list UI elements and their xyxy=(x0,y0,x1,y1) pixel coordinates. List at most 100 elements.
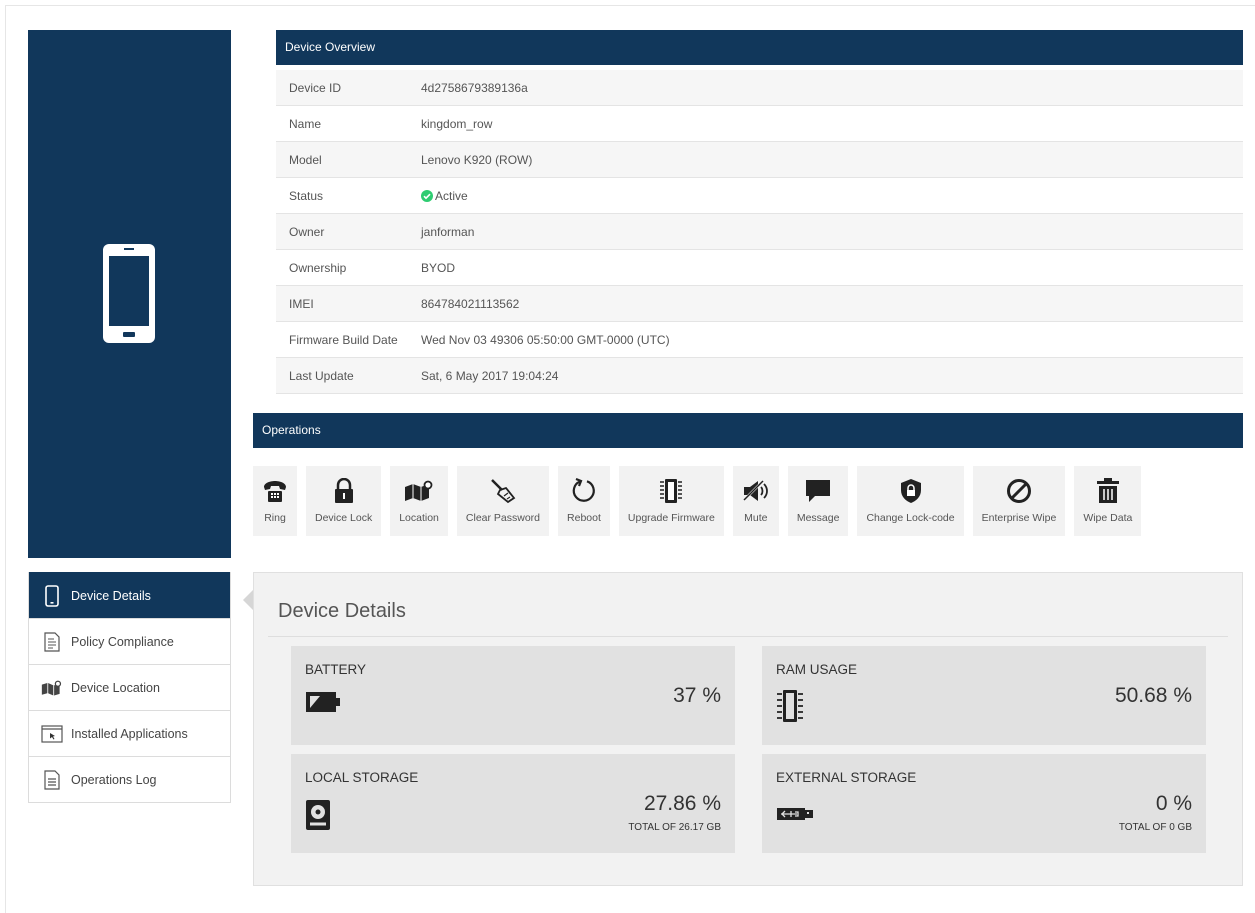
table-row: Status Active xyxy=(276,178,1243,214)
usb-icon xyxy=(776,806,814,827)
phone-icon xyxy=(262,476,288,506)
chip-icon xyxy=(659,476,683,506)
mobile-device-icon xyxy=(103,244,155,343)
table-row: IMEI 864784021113562 xyxy=(276,286,1243,322)
enterprise-wipe-button[interactable]: Enterprise Wipe xyxy=(972,466,1066,536)
operation-label: Mute xyxy=(744,512,768,524)
row-value: janforman xyxy=(421,224,475,239)
reboot-button[interactable]: Reboot xyxy=(558,466,610,536)
card-value: 37 % xyxy=(673,684,721,707)
map-icon xyxy=(404,476,434,506)
table-row: Device ID 4d2758679389136a xyxy=(276,70,1243,106)
ram-usage-card: RAM USAGE 50.68 % xyxy=(762,646,1206,745)
table-row: Ownership BYOD xyxy=(276,250,1243,286)
shield-lock-icon xyxy=(900,476,922,506)
nav-item-policy-compliance[interactable]: Policy Compliance xyxy=(29,618,230,664)
card-title: BATTERY xyxy=(305,662,367,677)
operation-label: Wipe Data xyxy=(1083,512,1133,524)
row-key: Ownership xyxy=(289,260,347,275)
row-key: Owner xyxy=(289,224,325,239)
trash-icon xyxy=(1096,476,1120,506)
operation-label: Reboot xyxy=(567,512,601,524)
card-title: EXTERNAL STORAGE xyxy=(776,770,917,785)
operation-label: Location xyxy=(399,512,439,524)
device-image-panel xyxy=(28,30,231,558)
row-key: Last Update xyxy=(289,368,354,383)
row-value: 4d2758679389136a xyxy=(421,80,528,95)
clear-password-button[interactable]: Clear Password xyxy=(456,466,550,536)
row-value: 864784021113562 xyxy=(421,296,520,311)
row-key: Status xyxy=(289,188,324,203)
operations-toolbar: Ring Device Lock Location Clear Password… xyxy=(253,466,1142,536)
device-lock-button[interactable]: Device Lock xyxy=(306,466,382,536)
operation-label: Change Lock-code xyxy=(866,512,955,524)
device-details-panel: Device Details BATTERY 37 % RAM USAGE 50… xyxy=(253,572,1243,886)
nav-item-operations-log[interactable]: Operations Log xyxy=(29,756,230,802)
row-key: Name xyxy=(289,116,322,131)
active-nav-pointer xyxy=(243,590,253,610)
change-lock-code-button[interactable]: Change Lock-code xyxy=(857,466,964,536)
wipe-data-button[interactable]: Wipe Data xyxy=(1074,466,1142,536)
operation-label: Clear Password xyxy=(465,512,541,524)
row-value: Lenovo K920 (ROW) xyxy=(421,152,533,167)
row-value: Wed Nov 03 49306 05:50:00 GMT-0000 (UTC) xyxy=(421,332,670,347)
row-value: BYOD xyxy=(421,260,456,275)
device-overview-header: Device Overview xyxy=(276,30,1243,65)
list-icon xyxy=(41,769,63,791)
card-title: LOCAL STORAGE xyxy=(305,770,419,785)
operation-label: Ring xyxy=(264,512,286,524)
external-storage-card: EXTERNAL STORAGE 0 % TOTAL OF 0 GB xyxy=(762,754,1206,853)
nav-item-label: Installed Applications xyxy=(71,726,188,741)
mute-icon xyxy=(741,476,770,506)
table-row: Name kingdom_row xyxy=(276,106,1243,142)
battery-icon xyxy=(305,691,341,718)
table-row: Last Update Sat, 6 May 2017 19:04:24 xyxy=(276,358,1243,394)
window-icon xyxy=(41,723,63,745)
row-key: IMEI xyxy=(289,296,314,311)
check-circle-icon xyxy=(421,189,433,202)
card-value: 27.86 % xyxy=(643,792,721,815)
card-subtext: TOTAL OF 0 GB xyxy=(1118,822,1192,833)
nav-item-label: Policy Compliance xyxy=(71,634,174,649)
nav-item-label: Operations Log xyxy=(71,772,157,787)
hdd-icon xyxy=(305,799,331,836)
device-overview-table: Device ID 4d2758679389136a Name kingdom_… xyxy=(276,70,1243,394)
message-button[interactable]: Message xyxy=(787,466,849,536)
card-subtext: TOTAL OF 26.17 GB xyxy=(628,822,721,833)
row-value: Active xyxy=(421,189,1243,203)
operation-label: Enterprise Wipe xyxy=(981,512,1057,524)
table-row: Owner janforman xyxy=(276,214,1243,250)
card-value: 0 % xyxy=(1155,792,1192,815)
upgrade-firmware-button[interactable]: Upgrade Firmware xyxy=(618,466,724,536)
row-key: Device ID xyxy=(289,80,342,95)
card-value: 50.68 % xyxy=(1114,684,1192,707)
operations-header: Operations xyxy=(253,413,1243,448)
row-value: Sat, 6 May 2017 19:04:24 xyxy=(421,368,559,383)
broom-icon xyxy=(490,476,516,506)
reboot-icon xyxy=(571,476,597,506)
nav-item-device-location[interactable]: Device Location xyxy=(29,664,230,710)
lock-icon xyxy=(334,476,354,506)
row-value: kingdom_row xyxy=(421,116,493,131)
document-icon xyxy=(41,631,63,653)
mobile-icon xyxy=(41,584,63,607)
chip-icon xyxy=(776,689,804,728)
message-icon xyxy=(805,476,831,506)
device-side-nav: Device Details Policy Compliance Device … xyxy=(28,572,231,803)
nav-item-installed-applications[interactable]: Installed Applications xyxy=(29,710,230,756)
operation-label: Message xyxy=(796,512,840,524)
map-icon xyxy=(41,677,63,699)
nav-item-label: Device Details xyxy=(71,588,151,603)
nav-item-device-details[interactable]: Device Details xyxy=(29,572,230,618)
local-storage-card: LOCAL STORAGE 27.86 % TOTAL OF 26.17 GB xyxy=(291,754,735,853)
ban-icon xyxy=(1006,476,1032,506)
row-key: Firmware Build Date xyxy=(289,332,398,347)
battery-card: BATTERY 37 % xyxy=(291,646,735,745)
ring-button[interactable]: Ring xyxy=(253,466,297,536)
details-title: Device Details xyxy=(278,600,406,622)
operation-label: Device Lock xyxy=(315,512,373,524)
divider xyxy=(268,636,1228,637)
mute-button[interactable]: Mute xyxy=(732,466,779,536)
location-button[interactable]: Location xyxy=(390,466,448,536)
card-title: RAM USAGE xyxy=(776,662,858,677)
